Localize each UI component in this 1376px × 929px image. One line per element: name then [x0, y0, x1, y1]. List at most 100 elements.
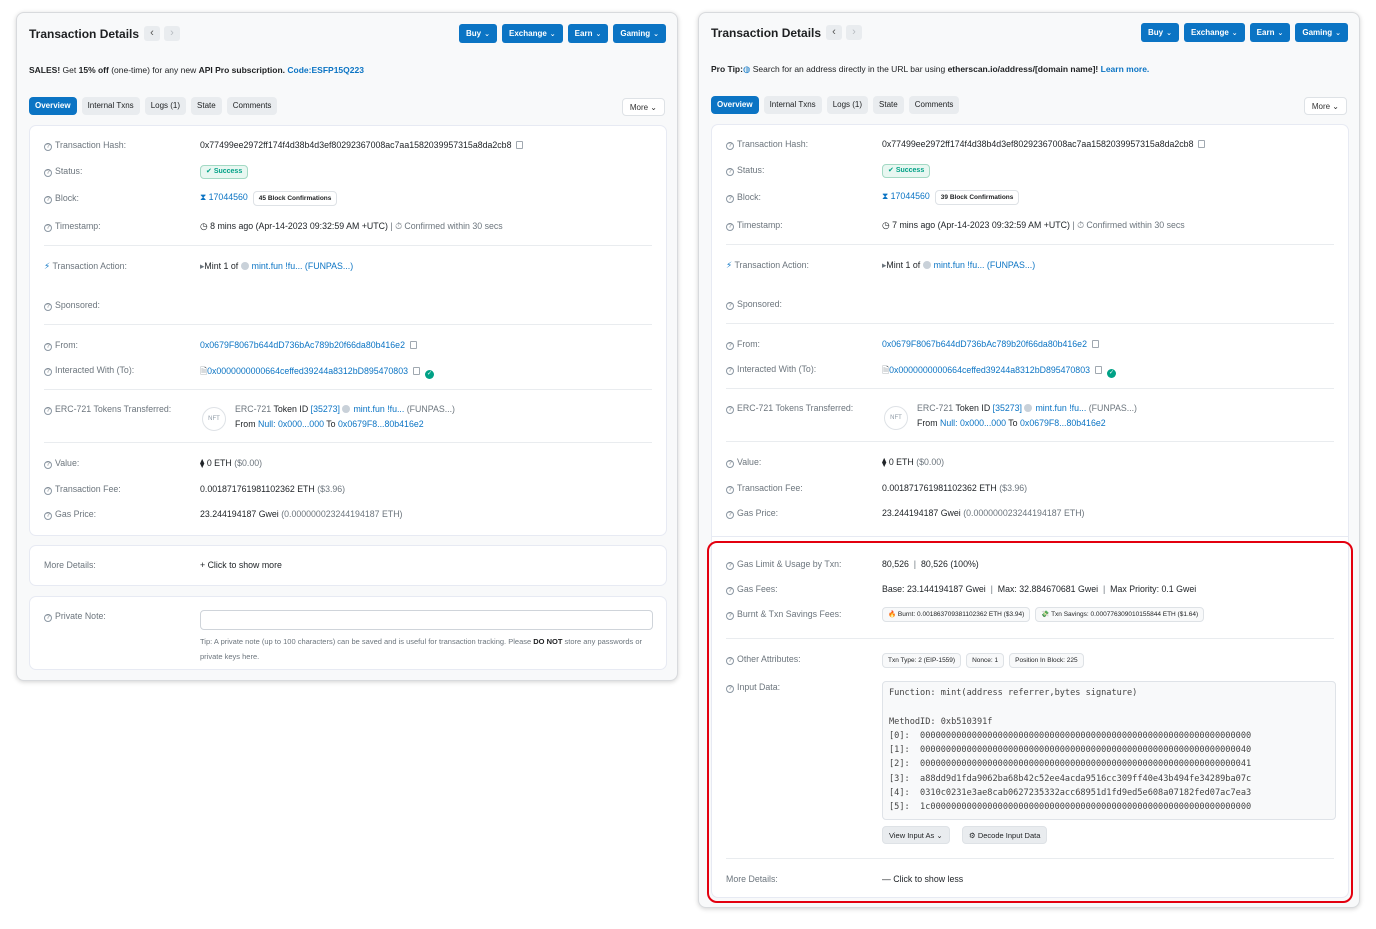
null-address-link[interactable]: Null: 0x000...000	[940, 418, 1006, 428]
more-details-label: More Details:	[44, 560, 96, 570]
next-txn-button[interactable]: ›	[846, 25, 862, 40]
from-label: ? From:	[44, 340, 78, 351]
token-link[interactable]: mint.fun !fu... (FUNPAS...)	[934, 260, 1036, 270]
tab-logs[interactable]: Logs (1)	[144, 97, 187, 115]
to-address-link[interactable]: 0x0000000000664ceffed39244a8312bD8954708…	[889, 365, 1090, 375]
nft-icon: NFT	[202, 407, 226, 431]
tab-comments[interactable]: Comments	[908, 96, 960, 114]
help-icon: ?	[44, 368, 52, 376]
help-icon: ?	[44, 614, 52, 622]
buy-menu-button[interactable]: Buy ⌄	[1141, 23, 1179, 42]
token-id-link[interactable]: [35273]	[311, 404, 340, 414]
exchange-menu-button[interactable]: Exchange ⌄	[502, 24, 563, 43]
help-icon: ?	[726, 223, 734, 231]
copy-icon[interactable]	[412, 367, 420, 375]
timestamp-value: ◷ 7 mins ago (Apr-14-2023 09:32:59 AM +U…	[882, 220, 1185, 230]
help-icon: ?	[44, 407, 52, 415]
pro-tip-banner: Pro Tip:◍ Search for an address directly…	[711, 64, 1150, 74]
timestamp-value: ◷ 8 mins ago (Apr-14-2023 09:32:59 AM +U…	[200, 221, 503, 231]
to-short-address-link[interactable]: 0x0679F8...80b416e2	[338, 419, 424, 429]
verified-check-icon: ✓	[1106, 369, 1116, 378]
left-transaction-panel: Transaction Details ‹ › Buy ⌄ Exchange ⌄ E…	[16, 12, 678, 681]
copy-icon[interactable]	[1198, 140, 1206, 148]
top-menu: Buy ⌄ Exchange ⌄ Earn ⌄ Gaming ⌄	[459, 24, 666, 43]
to-value: 🗎0x0000000000664ceffed39244a8312bD895470…	[200, 365, 434, 380]
gaming-menu-button[interactable]: Gaming ⌄	[613, 24, 666, 43]
clock-icon: ◷	[882, 220, 890, 230]
from-address-link[interactable]: 0x0679F8067b644dD736bAc789b20f66da80b416…	[882, 339, 1087, 349]
more-dropdown[interactable]: More ⌄	[1303, 97, 1347, 115]
help-icon: ?	[726, 511, 734, 519]
exchange-menu-button[interactable]: Exchange ⌄	[1184, 23, 1245, 42]
tab-state[interactable]: State	[873, 96, 904, 114]
more-dropdown[interactable]: More ⌄	[621, 98, 665, 116]
to-address-link[interactable]: 0x0000000000664ceffed39244a8312bD8954708…	[207, 366, 408, 376]
erc-token-link[interactable]: mint.fun !fu...	[353, 404, 404, 414]
private-note-label: ? Private Note:	[44, 611, 106, 622]
top-menu: Buy ⌄ Exchange ⌄ Earn ⌄ Gaming ⌄	[1141, 23, 1348, 42]
block-link[interactable]: 17044560	[891, 191, 930, 201]
value-amount: ⧫ 0 ETH ($0.00)	[882, 457, 945, 467]
token-id-link[interactable]: [35273]	[993, 403, 1022, 413]
token-icon	[1024, 404, 1033, 412]
buy-menu-button[interactable]: Buy ⌄	[459, 24, 497, 43]
sponsored-label: ? Sponsored:	[726, 299, 782, 310]
tab-overview[interactable]: Overview	[29, 97, 77, 115]
token-icon	[240, 262, 249, 270]
private-note-input[interactable]	[200, 610, 653, 630]
next-txn-button[interactable]: ›	[164, 26, 180, 41]
block-label: ? Block:	[726, 192, 761, 203]
copy-icon[interactable]	[409, 341, 417, 349]
help-icon: ?	[726, 367, 734, 375]
erc-token-link[interactable]: mint.fun !fu...	[1035, 403, 1086, 413]
lightning-icon: ⚡	[726, 260, 733, 270]
earn-menu-button[interactable]: Earn ⌄	[567, 24, 609, 43]
gas-price-value: 23.244194187 Gwei (0.000000023244194187 …	[200, 509, 403, 519]
divider	[44, 324, 652, 325]
from-address-link[interactable]: 0x0679F8067b644dD736bAc789b20f66da80b416…	[200, 340, 405, 350]
private-note-card: ? Private Note: Tip: A private note (up t…	[29, 596, 667, 670]
prev-txn-button[interactable]: ‹	[144, 26, 160, 41]
tab-state[interactable]: State	[191, 97, 222, 115]
eth-icon: ⧫	[882, 457, 887, 467]
help-icon: ?	[44, 461, 52, 469]
timestamp-label: ? Timestamp:	[726, 220, 783, 231]
tab-bar: Overview Internal Txns Logs (1) State Co…	[29, 97, 278, 115]
help-icon: ?	[726, 168, 734, 176]
divider	[712, 536, 1348, 537]
fee-value: 0.001871761981102362 ETH ($3.96)	[882, 483, 1028, 493]
gas-price-label: ? Gas Price:	[726, 508, 778, 519]
tab-internal-txns[interactable]: Internal Txns	[81, 97, 140, 115]
tab-comments[interactable]: Comments	[226, 97, 278, 115]
gaming-menu-button[interactable]: Gaming ⌄	[1295, 23, 1348, 42]
copy-icon[interactable]	[516, 141, 524, 149]
to-value: 🗎0x0000000000664ceffed39244a8312bD895470…	[882, 364, 1116, 379]
learn-more-link[interactable]: Learn more.	[1098, 64, 1150, 74]
copy-icon[interactable]	[1094, 366, 1102, 374]
stopwatch-icon: ⏱	[1077, 220, 1084, 230]
help-icon: ?	[44, 487, 52, 495]
copy-icon[interactable]	[1091, 340, 1099, 348]
divider	[726, 323, 1334, 324]
to-short-address-link[interactable]: 0x0679F8...80b416e2	[1020, 418, 1106, 428]
tab-overview[interactable]: Overview	[711, 96, 759, 114]
prev-txn-button[interactable]: ‹	[826, 25, 842, 40]
verified-check-icon: ✓	[424, 370, 434, 379]
divider	[44, 442, 652, 443]
promo-code-link[interactable]: Code:ESFP15Q223	[285, 65, 364, 75]
help-icon: ?	[44, 143, 52, 151]
tab-bar: Overview Internal Txns Logs (1) State Co…	[711, 96, 960, 114]
divider	[726, 388, 1334, 389]
show-more-link[interactable]: + Click to show more	[200, 560, 282, 570]
null-address-link[interactable]: Null: 0x000...000	[258, 419, 324, 429]
stopwatch-icon: ⏱	[395, 221, 402, 231]
token-link[interactable]: mint.fun !fu... (FUNPAS...)	[252, 261, 354, 271]
status-badge: ✔ Success	[200, 165, 249, 179]
earn-menu-button[interactable]: Earn ⌄	[1249, 23, 1291, 42]
value-amount: ⧫ 0 ETH ($0.00)	[200, 458, 263, 468]
tab-internal-txns[interactable]: Internal Txns	[763, 96, 822, 114]
block-link[interactable]: 17044560	[209, 192, 248, 202]
tab-logs[interactable]: Logs (1)	[826, 96, 869, 114]
erc721-line1: ERC-721 Token ID [35273] mint.fun !fu...…	[917, 403, 1137, 413]
hash-label: ? Transaction Hash:	[726, 139, 808, 150]
